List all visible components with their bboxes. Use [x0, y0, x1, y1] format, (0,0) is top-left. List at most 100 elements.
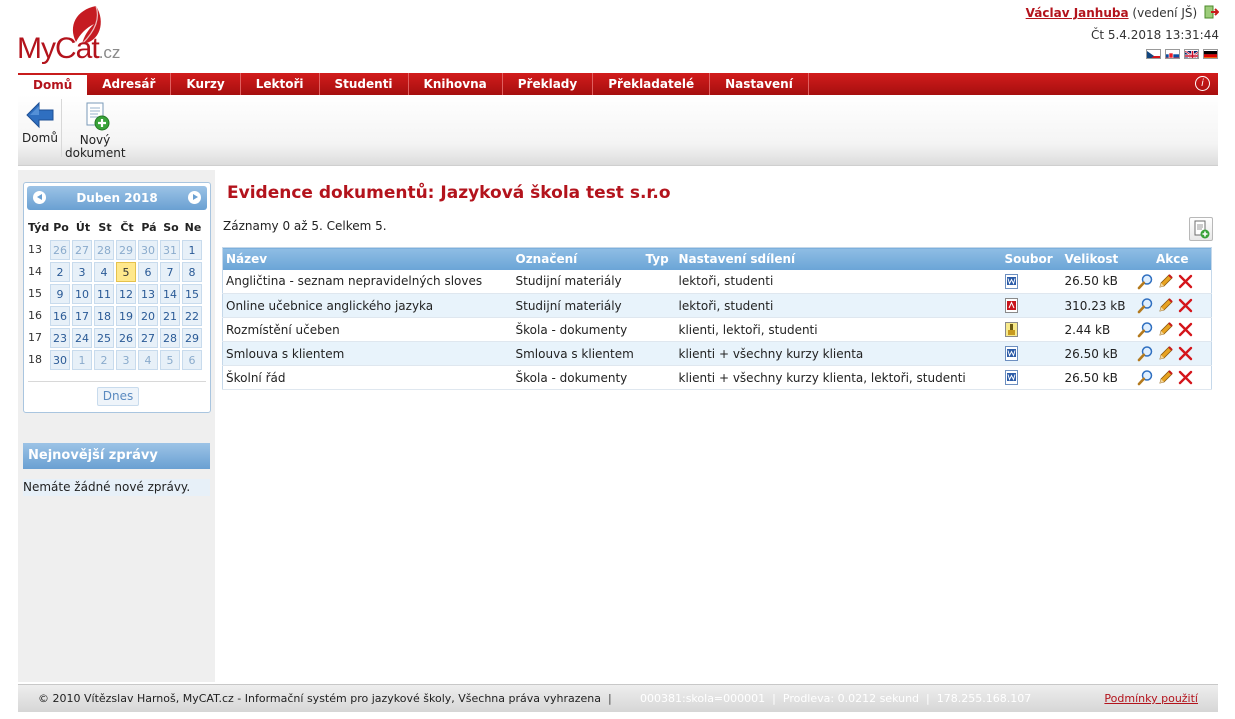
calendar-day[interactable]: 2: [50, 262, 70, 282]
calendar-day[interactable]: 28: [160, 328, 180, 348]
edit-icon[interactable]: [1157, 345, 1174, 362]
column-header-nazev[interactable]: Název: [222, 247, 513, 270]
nav-item-knihovna[interactable]: Knihovna: [409, 73, 503, 95]
logout-icon[interactable]: [1204, 5, 1219, 19]
nav-item-prekladatele[interactable]: Překladatelé: [593, 73, 711, 95]
calendar-day[interactable]: 27: [72, 240, 92, 260]
word-icon[interactable]: [1004, 346, 1018, 361]
table-row[interactable]: Online učebnice anglického jazyka Studijn…: [222, 293, 1212, 318]
calendar-day[interactable]: 30: [138, 240, 158, 260]
calendar-day[interactable]: 20: [138, 306, 158, 326]
info-icon[interactable]: i: [1195, 76, 1210, 91]
calendar-day[interactable]: 31: [160, 240, 180, 260]
table-row[interactable]: Školní řád Škola - dokumenty klienti + vše…: [222, 365, 1212, 390]
nav-item-adresar[interactable]: Adresář: [87, 73, 172, 95]
calendar-day[interactable]: 17: [72, 306, 92, 326]
view-icon[interactable]: [1137, 297, 1154, 314]
calendar-day[interactable]: 3: [72, 262, 92, 282]
calendar-day[interactable]: 1: [182, 240, 202, 260]
table-row[interactable]: Angličtina - seznam nepravidelných slove…: [222, 269, 1212, 294]
calendar-day[interactable]: 4: [94, 262, 114, 282]
calendar-day[interactable]: 5: [160, 350, 180, 370]
view-icon[interactable]: [1137, 321, 1154, 338]
calendar-prev-icon[interactable]: [33, 191, 46, 204]
edit-icon[interactable]: [1157, 297, 1174, 314]
calendar-day[interactable]: 12: [116, 284, 136, 304]
view-icon[interactable]: [1137, 345, 1154, 362]
calendar-day[interactable]: 7: [160, 262, 180, 282]
calendar-day[interactable]: 28: [94, 240, 114, 260]
table-row[interactable]: Smlouva s klientem Smlouva s klientem klie…: [222, 341, 1212, 366]
calendar-day[interactable]: 23: [50, 328, 70, 348]
new-document-button[interactable]: Nový dokument: [65, 101, 126, 160]
user-name-link[interactable]: Václav Janhuba: [1026, 6, 1129, 20]
nav-item-nastaveni[interactable]: Nastavení: [710, 73, 809, 95]
calendar-day[interactable]: 10: [72, 284, 92, 304]
delete-icon[interactable]: [1177, 321, 1194, 338]
calendar-day[interactable]: 1: [72, 350, 92, 370]
column-header-soubor[interactable]: Soubor: [1001, 247, 1062, 270]
nav-item-studenti[interactable]: Studenti: [320, 73, 409, 95]
calendar-day[interactable]: 6: [138, 262, 158, 282]
main-content: Evidence dokumentů: Jazyková škola test …: [215, 170, 1218, 682]
mycat-logo[interactable]: MyCat.cz: [16, 4, 126, 70]
calendar-day[interactable]: 26: [116, 328, 136, 348]
add-document-button[interactable]: [1189, 217, 1213, 241]
pdf-icon[interactable]: [1004, 298, 1018, 313]
calendar-day[interactable]: 22: [182, 306, 202, 326]
archive-icon[interactable]: [1004, 322, 1018, 337]
calendar-next-icon[interactable]: [188, 191, 201, 204]
calendar-day[interactable]: 26: [50, 240, 70, 260]
flag-sk-icon[interactable]: [1165, 49, 1180, 59]
word-icon[interactable]: [1004, 273, 1018, 289]
edit-icon[interactable]: [1157, 321, 1174, 338]
calendar-day[interactable]: 29: [182, 328, 202, 348]
calendar-day[interactable]: 19: [116, 306, 136, 326]
home-button[interactable]: Domů: [21, 101, 59, 145]
calendar-day[interactable]: 14: [160, 284, 180, 304]
delete-icon[interactable]: [1177, 345, 1194, 362]
edit-icon[interactable]: [1157, 369, 1174, 386]
calendar-day[interactable]: 29: [116, 240, 136, 260]
calendar-day[interactable]: 15: [182, 284, 202, 304]
calendar-day[interactable]: 3: [116, 350, 136, 370]
delete-icon[interactable]: [1177, 369, 1194, 386]
view-icon[interactable]: [1137, 369, 1154, 386]
calendar-week-number: 14: [28, 265, 42, 278]
column-header-oznaceni[interactable]: Označení: [512, 247, 643, 270]
terms-link[interactable]: Podmínky použití: [1104, 685, 1198, 713]
delete-icon[interactable]: [1177, 297, 1194, 314]
calendar-day[interactable]: 6: [182, 350, 202, 370]
flag-de-icon[interactable]: [1203, 49, 1218, 59]
column-header-velikost[interactable]: Velikost: [1061, 247, 1134, 270]
calendar-day[interactable]: 25: [94, 328, 114, 348]
calendar-day[interactable]: 24: [72, 328, 92, 348]
calendar-day[interactable]: 2: [94, 350, 114, 370]
calendar-day[interactable]: 18: [94, 306, 114, 326]
column-header-sdileni[interactable]: Nastavení sdílení: [675, 247, 1002, 270]
calendar-day[interactable]: 5: [116, 262, 136, 282]
calendar-day[interactable]: 16: [50, 306, 70, 326]
delete-icon[interactable]: [1177, 273, 1194, 290]
nav-item-kurzy[interactable]: Kurzy: [171, 73, 241, 95]
calendar-day[interactable]: 11: [94, 284, 114, 304]
calendar-day[interactable]: 4: [138, 350, 158, 370]
calendar-day[interactable]: 27: [138, 328, 158, 348]
today-button[interactable]: Dnes: [97, 387, 139, 406]
nav-item-preklady[interactable]: Překlady: [503, 73, 594, 95]
flag-cz-icon[interactable]: [1146, 49, 1161, 59]
document-label: Studijní materiály: [512, 293, 643, 318]
flag-en-icon[interactable]: [1184, 49, 1199, 59]
edit-icon[interactable]: [1157, 273, 1174, 290]
word-icon[interactable]: [1004, 370, 1018, 385]
nav-item-lektori[interactable]: Lektoři: [241, 73, 320, 95]
nav-item-domu[interactable]: Domů: [18, 73, 88, 95]
table-row[interactable]: Rozmístění učeben Škola - dokumenty klient…: [222, 317, 1212, 342]
column-header-typ[interactable]: Typ: [642, 247, 676, 270]
calendar-day[interactable]: 30: [50, 350, 70, 370]
calendar-day[interactable]: 13: [138, 284, 158, 304]
view-icon[interactable]: [1137, 273, 1154, 290]
calendar-day[interactable]: 21: [160, 306, 180, 326]
calendar-day[interactable]: 9: [50, 284, 70, 304]
calendar-day[interactable]: 8: [182, 262, 202, 282]
